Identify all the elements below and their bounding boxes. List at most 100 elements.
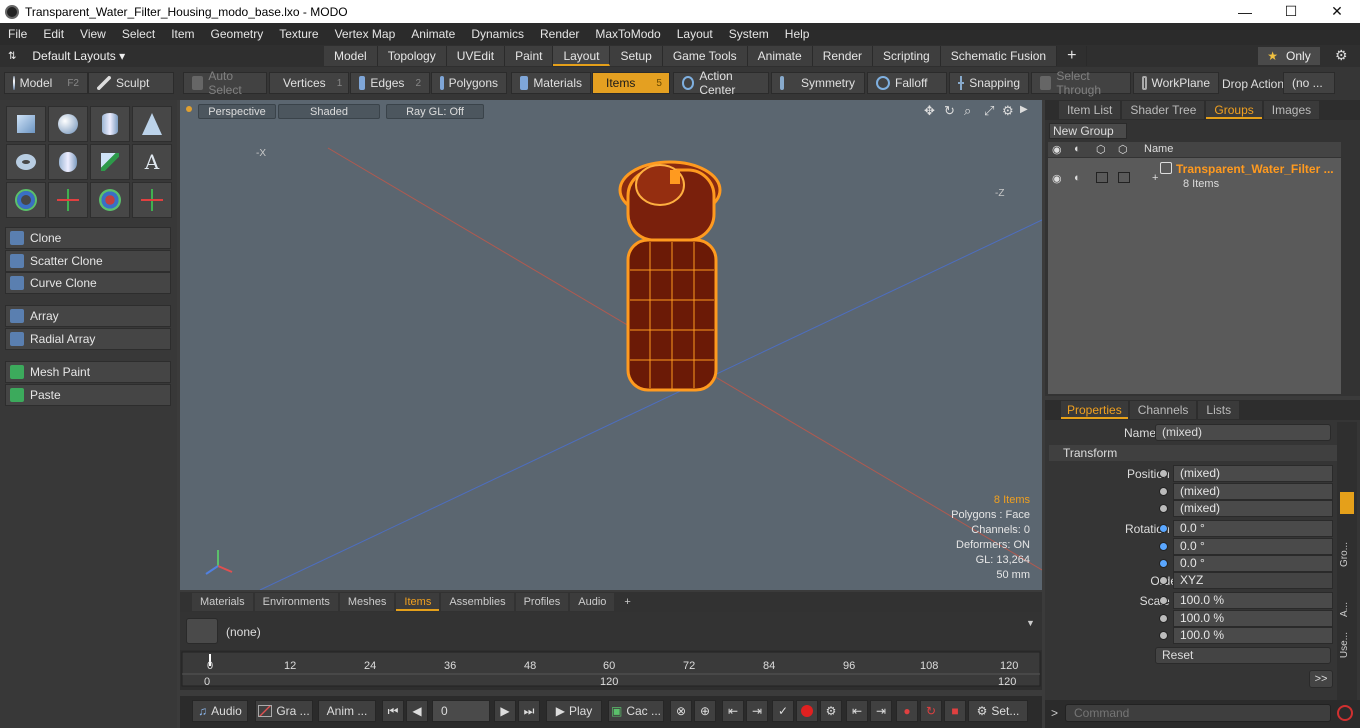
tab-assemblies[interactable]: Assemblies [441,593,514,611]
raygl-toggle[interactable]: Ray GL: Off [386,104,484,119]
tab-uvedit[interactable]: UVEdit [446,46,506,66]
menu-vertex-map[interactable]: Vertex Map [327,27,404,41]
transform-section-header[interactable]: Transform [1049,445,1343,461]
transform-tool-button[interactable] [6,182,46,218]
range-end[interactable]: 120 [998,676,1016,688]
clone-tool-button[interactable]: Clone [5,227,171,249]
tab-items[interactable]: Items [396,593,440,611]
tab-layout[interactable]: Layout [553,46,611,66]
tab-audio[interactable]: Audio [570,593,615,611]
scale-z-field[interactable]: 100.0 % [1173,627,1333,644]
zoom-icon[interactable]: ⌕ [964,103,971,119]
new-group-button[interactable]: New Group [1049,123,1127,139]
tab-materials[interactable]: Materials [192,593,253,611]
tab-model[interactable]: Model [324,46,378,66]
paste-tool-button[interactable]: Paste [5,384,171,406]
rotation-z-field[interactable]: 0.0 ° [1173,555,1333,572]
text-tool-button[interactable]: A [132,144,172,180]
key-left-icon[interactable]: ⇤ [846,700,868,722]
tab-paint[interactable]: Paint [505,46,554,66]
menu-texture[interactable]: Texture [271,27,326,41]
select-through-button[interactable]: Select Through [1031,69,1131,97]
sculpt-mode-button[interactable]: Sculpt [88,72,174,94]
position-z-field[interactable]: (mixed) [1173,500,1333,517]
pan-icon[interactable]: ✥ [924,103,935,119]
group-select-checkbox[interactable] [1118,172,1130,183]
item-thumbnail[interactable] [186,618,218,644]
rotate-tool-button[interactable] [90,182,130,218]
side-label-use[interactable]: Use... [1339,632,1350,658]
rotate-view-icon[interactable]: ↻ [944,103,955,119]
cone-tool-button[interactable] [132,106,172,142]
default-layouts-dropdown[interactable]: ⇅ Default Layouts ▾ [0,49,180,63]
items-button[interactable]: Items 5 [592,72,670,94]
menu-file[interactable]: File [0,27,35,41]
workplane-button[interactable]: WorkPlane [1133,72,1219,94]
range-start[interactable]: 0 [204,676,210,688]
expand-icon[interactable]: + [1152,172,1158,184]
command-record-icon[interactable] [1337,705,1353,721]
position-y-anim-dot[interactable] [1159,487,1168,496]
menu-edit[interactable]: Edit [35,27,72,41]
tab-game-tools[interactable]: Game Tools [662,46,748,66]
item-selector-dropdown-icon[interactable]: ▼ [1026,618,1035,628]
position-x-anim-dot[interactable] [1159,469,1168,478]
cache-button[interactable]: ▣ Cac ... [608,700,664,722]
record-button[interactable] [796,700,818,722]
rotation-z-anim-dot[interactable] [1159,559,1168,568]
mesh-paint-tool-button[interactable]: Mesh Paint [5,361,171,383]
group-row[interactable]: ◉ ◐ + Transparent_Water_Filter ... 8 Ite… [1048,160,1341,194]
auto-key-icon[interactable]: ✓ [772,700,794,722]
group-lock-checkbox[interactable] [1096,172,1108,183]
properties-side-tab[interactable] [1340,492,1354,514]
tab-properties[interactable]: Properties [1061,401,1128,419]
viewport-gear-icon[interactable]: ⚙ [1002,103,1014,119]
only-toggle[interactable]: ★ Only [1258,47,1320,65]
polygons-button[interactable]: Polygons [431,72,507,94]
menu-system[interactable]: System [721,27,777,41]
order-anim-dot[interactable] [1159,576,1168,585]
symmetry-button[interactable]: Symmetry [771,72,865,94]
more-button[interactable]: >> [1309,670,1333,688]
key-icon-1[interactable]: ⊗ [670,700,692,722]
clear-key-icon[interactable]: ■ [944,700,966,722]
next-key-button[interactable]: ▶ [494,700,516,722]
tab-meshes[interactable]: Meshes [339,593,395,611]
timeline[interactable]: 0 12 24 36 48 60 72 84 96 108 120 0 120 … [180,650,1042,690]
capsule-tool-button[interactable] [48,144,88,180]
delete-key-icon[interactable]: ● [896,700,918,722]
scale-tool-button[interactable] [132,182,172,218]
graph-editor-button[interactable]: Gra ... [255,700,313,722]
tab-channels[interactable]: Channels [1129,401,1197,419]
menu-maxtomodo[interactable]: MaxToModo [587,27,668,41]
menu-help[interactable]: Help [777,27,818,41]
add-tab-button[interactable]: + [1057,46,1088,66]
viewport-menu-dot[interactable] [186,106,192,112]
materials-button[interactable]: Materials [511,72,591,94]
minimize-button[interactable]: — [1222,0,1268,23]
tab-shader-tree[interactable]: Shader Tree [1122,101,1205,119]
perspective-dropdown[interactable]: Perspective [198,104,276,119]
tab-item-list[interactable]: Item List [1059,101,1121,119]
tab-profiles[interactable]: Profiles [515,593,569,611]
menu-render[interactable]: Render [532,27,587,41]
snapping-button[interactable]: Snapping [949,72,1029,94]
range-mid[interactable]: 120 [600,676,618,688]
scale-y-field[interactable]: 100.0 % [1173,610,1333,627]
close-button[interactable]: ✕ [1314,0,1360,23]
loop-key-icon[interactable]: ↻ [920,700,942,722]
tab-images[interactable]: Images [1263,101,1320,119]
settings-button[interactable]: ⚙ Set... [968,700,1028,722]
scale-x-field[interactable]: 100.0 % [1173,592,1333,609]
move-tool-button[interactable] [48,182,88,218]
auto-select-button[interactable]: Auto Select [183,69,267,97]
side-label-a[interactable]: A... [1339,602,1350,617]
array-tool-button[interactable]: Array [5,305,171,327]
torus-tool-button[interactable] [6,144,46,180]
play-button[interactable]: ▶ Play [546,700,602,722]
scale-x-anim-dot[interactable] [1159,596,1168,605]
menu-dynamics[interactable]: Dynamics [463,27,532,41]
command-input[interactable] [1065,704,1331,722]
menu-layout[interactable]: Layout [669,27,721,41]
scale-z-anim-dot[interactable] [1159,631,1168,640]
